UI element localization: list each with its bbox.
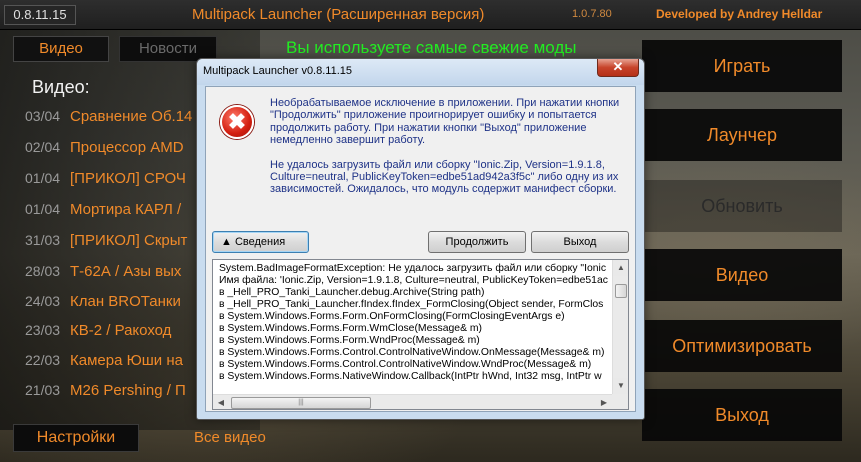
- video-title[interactable]: M26 Pershing / П: [70, 382, 186, 399]
- video-list-item[interactable]: 31/03 [ПРИКОЛ] Скрыт: [25, 232, 200, 258]
- dialog-body: ✖ Необрабатываемое исключение в приложен…: [205, 86, 636, 412]
- video-date: 21/03: [25, 382, 61, 398]
- video-date: 22/03: [25, 352, 61, 368]
- build-number: 1.0.7.80: [572, 8, 612, 20]
- dialog-titlebar[interactable]: Multipack Launcher v0.8.11.15 ✕: [197, 59, 644, 85]
- dialog-title: Multipack Launcher v0.8.11.15: [203, 65, 352, 77]
- stack-trace-line: в System.Windows.Forms.NativeWindow.Call…: [219, 371, 602, 382]
- error-icon: ✖: [220, 105, 254, 139]
- video-date: 03/04: [25, 108, 61, 124]
- video-list-item[interactable]: 02/04 Процессор AMD: [25, 139, 200, 165]
- video-list-item[interactable]: 01/04 Мортира КАРЛ /: [25, 201, 200, 227]
- video-title[interactable]: Процессор AMD: [70, 139, 184, 156]
- video-button[interactable]: Видео: [642, 249, 842, 301]
- exit-button[interactable]: Выход: [642, 389, 842, 441]
- video-date: 23/03: [25, 322, 61, 338]
- error-message-detail: Не удалось загрузить файл или сборку "Io…: [270, 158, 619, 196]
- optimize-button[interactable]: Оптимизировать: [642, 320, 842, 372]
- video-title[interactable]: Клан BROТанки: [70, 293, 181, 310]
- launcher-button[interactable]: Лаунчер: [642, 109, 842, 161]
- stack-trace-line: в System.Windows.Forms.Control.ControlNa…: [219, 347, 605, 358]
- scroll-down-icon[interactable]: ▼: [613, 378, 628, 394]
- video-date: 02/04: [25, 139, 61, 155]
- dialog-close-button[interactable]: ✕: [597, 59, 639, 77]
- video-date: 01/04: [25, 170, 61, 186]
- scroll-up-icon[interactable]: ▲: [613, 260, 628, 276]
- version-badge: 0.8.11.15: [4, 5, 76, 25]
- error-message: Необрабатываемое исключение в приложении…: [270, 97, 620, 208]
- video-date: 28/03: [25, 263, 61, 279]
- stack-trace-line: Имя файла: 'Ionic.Zip, Version=1.9.1.8, …: [219, 275, 608, 286]
- video-heading: Видео:: [32, 77, 90, 97]
- video-list-item[interactable]: 23/03 КВ-2 / Ракоход: [25, 322, 200, 348]
- video-date: 31/03: [25, 232, 61, 248]
- video-title[interactable]: КВ-2 / Ракоход: [70, 322, 171, 339]
- stack-trace-line: в System.Windows.Forms.Form.OnFormClosin…: [219, 311, 565, 322]
- update-button[interactable]: Обновить: [642, 180, 842, 232]
- update-status-message: Вы используете самые свежие моды: [286, 38, 577, 57]
- scroll-right-icon[interactable]: ▶: [596, 395, 612, 409]
- video-list-item[interactable]: 24/03 Клан BROТанки: [25, 293, 200, 319]
- app-title: Multipack Launcher (Расширенная версия): [192, 6, 485, 23]
- dialog-exit-button[interactable]: Выход: [531, 231, 629, 253]
- vertical-scroll-thumb[interactable]: [615, 284, 627, 298]
- video-title[interactable]: Камера Юши на: [70, 352, 183, 369]
- video-list-item[interactable]: 03/04 Сравнение Об.14: [25, 108, 200, 134]
- settings-button[interactable]: Настройки: [13, 424, 139, 452]
- video-list-item[interactable]: 01/04 [ПРИКОЛ] СРОЧ: [25, 170, 200, 196]
- video-date: 24/03: [25, 293, 61, 309]
- video-title[interactable]: Мортира КАРЛ /: [70, 201, 181, 218]
- continue-button[interactable]: Продолжить: [428, 231, 526, 253]
- play-button[interactable]: Играть: [642, 40, 842, 92]
- video-list-item[interactable]: 22/03 Камера Юши на: [25, 352, 200, 378]
- stack-trace-line: в _Hell_PRO_Tanki_Launcher.debug.Archive…: [219, 287, 485, 298]
- stack-trace-line: в _Hell_PRO_Tanki_Launcher.fIndex.fIndex…: [219, 299, 604, 310]
- scroll-left-icon[interactable]: ◀: [213, 395, 229, 409]
- app-titlebar: 0.8.11.15 Multipack Launcher (Расширенна…: [0, 0, 861, 30]
- video-list-item[interactable]: 28/03 Т-62А / Азы вых: [25, 263, 200, 289]
- close-icon: ✕: [612, 59, 624, 74]
- error-message-instructions: Необрабатываемое исключение в приложении…: [270, 97, 620, 147]
- stack-trace-textbox[interactable]: System.BadImageFormatException: Не удало…: [212, 259, 629, 410]
- horizontal-scroll-thumb[interactable]: |||: [231, 397, 371, 409]
- horizontal-scrollbar[interactable]: ◀ ||| ▶: [213, 394, 612, 409]
- video-title[interactable]: Т-62А / Азы вых: [70, 263, 181, 280]
- error-dialog: Multipack Launcher v0.8.11.15 ✕ ✖ Необра…: [196, 58, 645, 420]
- stack-trace-line: в System.Windows.Forms.Control.ControlNa…: [219, 359, 592, 370]
- stack-trace-line: в System.Windows.Forms.Form.WndProc(Mess…: [219, 335, 480, 346]
- video-list-item[interactable]: 21/03 M26 Pershing / П: [25, 382, 200, 408]
- video-title[interactable]: Сравнение Об.14: [70, 108, 192, 125]
- tab-video[interactable]: Видео: [13, 36, 109, 62]
- vertical-scrollbar[interactable]: ▲ ▼: [612, 260, 628, 394]
- video-date: 01/04: [25, 201, 61, 217]
- all-videos-link[interactable]: Все видео: [194, 429, 266, 446]
- scrollbar-corner: [612, 394, 628, 409]
- stack-trace-line: в System.Windows.Forms.Form.WmClose(Mess…: [219, 323, 483, 334]
- details-toggle-button[interactable]: ▲ Сведения: [212, 231, 309, 253]
- developer-credit: Developed by Andrey Helldar: [656, 7, 823, 21]
- stack-trace-line: System.BadImageFormatException: Не удало…: [219, 263, 607, 274]
- video-title[interactable]: [ПРИКОЛ] Скрыт: [70, 232, 187, 249]
- video-title[interactable]: [ПРИКОЛ] СРОЧ: [70, 170, 186, 187]
